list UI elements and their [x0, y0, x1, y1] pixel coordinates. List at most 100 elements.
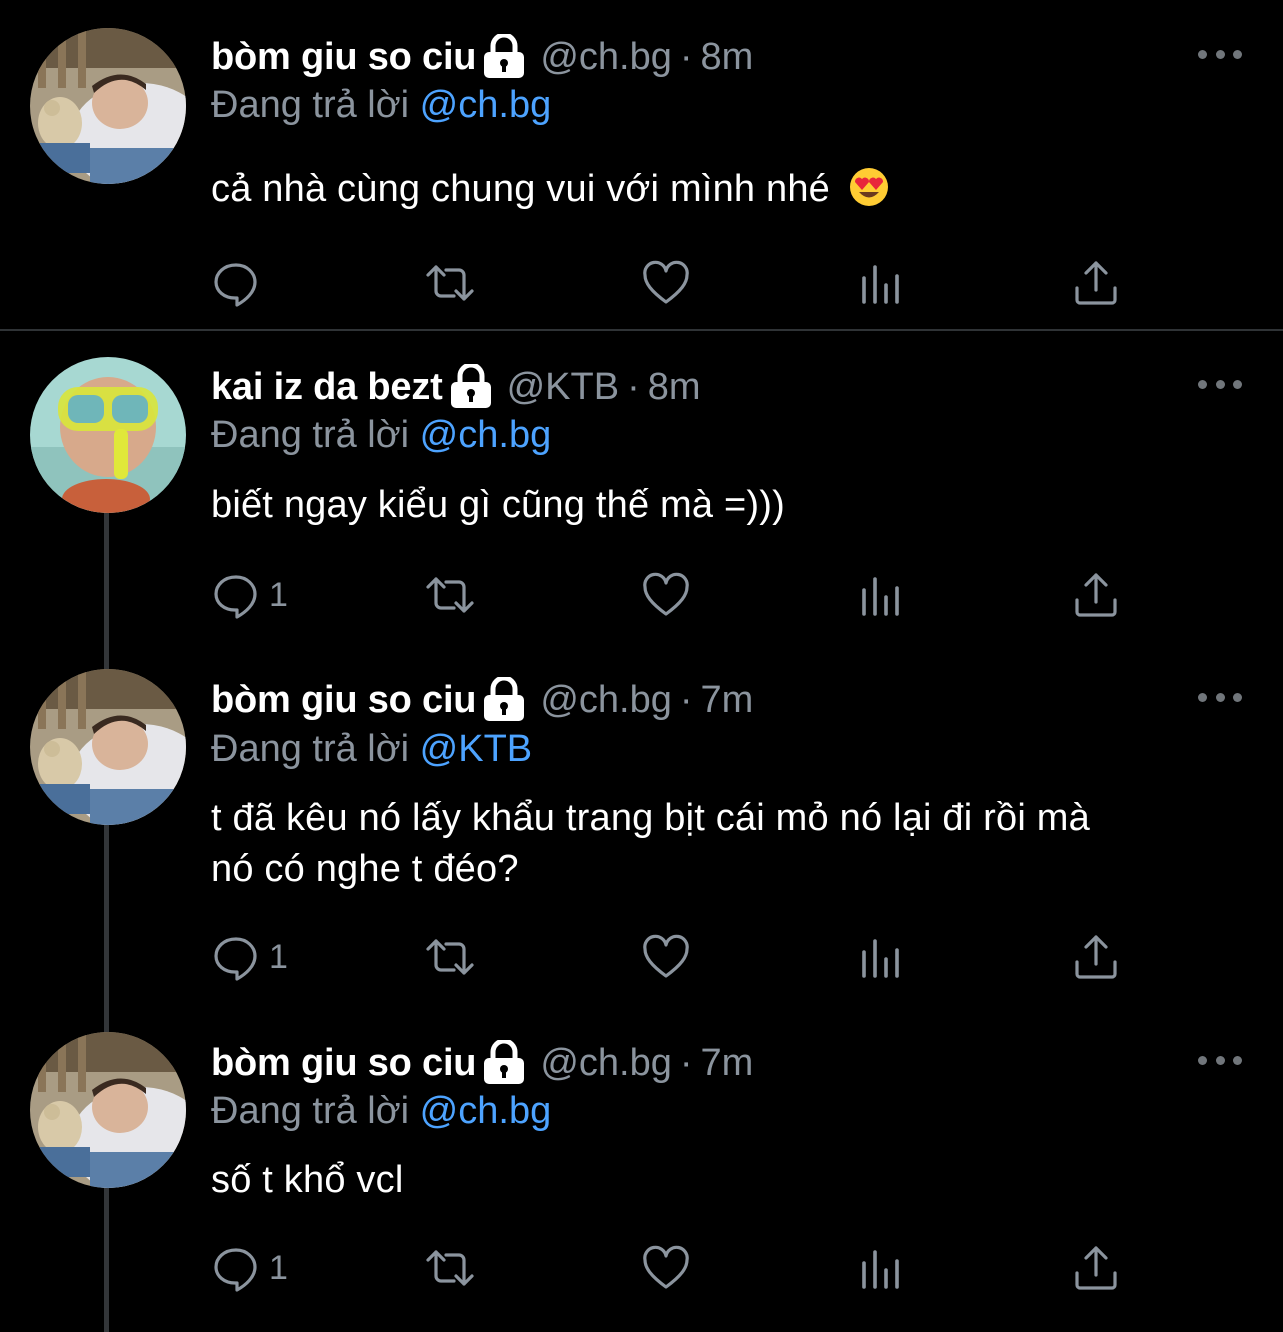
avatar-bom-giu-so-ciu[interactable]	[30, 1032, 186, 1188]
retweet-icon	[426, 939, 474, 975]
tweet-3[interactable]: bòm giu so ciu @ch.bg · 7m Đang trả lời @K…	[0, 664, 1283, 1026]
share-button[interactable]	[1071, 1243, 1121, 1293]
tweet-text: cả nhà cùng chung vui với mình nhé	[211, 164, 1251, 215]
tweet-text-content: số t khổ vcl	[211, 1159, 404, 1201]
display-name[interactable]: kai iz da bezt	[211, 366, 443, 409]
replying-label: Đang trả lời	[211, 728, 410, 770]
tweet-header: bòm giu so ciu @ch.bg · 8m	[211, 32, 753, 82]
tweet-1[interactable]: bòm giu so ciu @ch.bg · 8m Đang trả lời @c…	[0, 0, 1283, 330]
reply-icon	[214, 937, 257, 981]
heart-icon	[643, 1245, 689, 1289]
replying-to: Đang trả lời @KTB	[211, 728, 532, 771]
mention-link[interactable]: @ch.bg	[420, 1090, 552, 1132]
handle[interactable]: @KTB	[507, 366, 619, 408]
lock-icon	[449, 362, 493, 410]
tweet-header: bòm giu so ciu @ch.bg · 7m	[211, 675, 753, 725]
share-icon	[1075, 1246, 1117, 1290]
views-button[interactable]	[856, 1243, 906, 1293]
tweet-actions: 1	[211, 570, 1131, 620]
tweet-actions: 1	[211, 1243, 1131, 1293]
reply-icon	[214, 1248, 257, 1292]
tweet-text-line-1: t đã kêu nó lấy khẩu trang bịt cái mỏ nó…	[211, 797, 1090, 839]
views-button[interactable]	[856, 570, 906, 620]
reply-button[interactable]: 1	[211, 1243, 288, 1293]
like-button[interactable]	[641, 932, 691, 982]
lock-icon	[482, 32, 526, 80]
tweet-text: số t khổ vcl	[211, 1155, 1251, 1206]
reply-count: 1	[269, 937, 288, 976]
replying-label: Đang trả lời	[211, 1090, 410, 1132]
tweet-text: t đã kêu nó lấy khẩu trang bịt cái mỏ nó…	[211, 793, 1251, 895]
handle[interactable]: @ch.bg	[540, 36, 672, 78]
views-button[interactable]	[856, 932, 906, 982]
reply-button[interactable]: 1	[211, 932, 288, 982]
retweet-icon	[426, 265, 474, 301]
mention-link[interactable]: @ch.bg	[420, 414, 552, 456]
retweet-button[interactable]	[425, 258, 475, 308]
tweet-header: bòm giu so ciu @ch.bg · 7m	[211, 1038, 753, 1088]
timestamp[interactable]: 8m	[648, 366, 701, 408]
more-icon[interactable]	[1198, 1052, 1242, 1068]
more-icon[interactable]	[1198, 46, 1242, 62]
tweet-text-content: cả nhà cùng chung vui với mình nhé	[211, 168, 830, 210]
heart-icon	[643, 572, 689, 616]
share-button[interactable]	[1071, 570, 1121, 620]
reply-button[interactable]	[211, 258, 269, 308]
tweet-actions	[211, 258, 1131, 308]
handle-time: @KTB · 8m	[507, 366, 701, 409]
separator: ·	[627, 365, 640, 408]
reply-icon	[214, 263, 257, 307]
heart-icon	[643, 934, 689, 978]
like-button[interactable]	[641, 1243, 691, 1293]
avatar-bom-giu-so-ciu[interactable]	[30, 28, 186, 184]
share-button[interactable]	[1071, 932, 1121, 982]
share-icon	[1075, 573, 1117, 617]
timestamp[interactable]: 7m	[701, 1042, 754, 1084]
replying-label: Đang trả lời	[211, 84, 410, 126]
reply-count: 1	[269, 575, 288, 614]
more-icon[interactable]	[1198, 689, 1242, 705]
reply-count: 1	[269, 1248, 288, 1287]
tweet-4[interactable]: bòm giu so ciu @ch.bg · 7m Đang trả lời @c…	[0, 1027, 1283, 1332]
tweet-text: biết ngay kiểu gì cũng thế mà =)))	[211, 480, 1251, 531]
tweet-text-content: biết ngay kiểu gì cũng thế mà =)))	[211, 484, 785, 526]
timestamp[interactable]: 7m	[701, 679, 754, 721]
handle-time: @ch.bg · 7m	[540, 679, 753, 722]
analytics-icon	[862, 939, 899, 978]
retweet-button[interactable]	[425, 932, 475, 982]
timestamp[interactable]: 8m	[701, 36, 754, 78]
retweet-button[interactable]	[425, 1243, 475, 1293]
replying-label: Đang trả lời	[211, 414, 410, 456]
lock-icon	[482, 675, 526, 723]
handle-time: @ch.bg · 8m	[540, 36, 753, 79]
analytics-icon	[862, 577, 899, 616]
replying-to: Đang trả lời @ch.bg	[211, 1090, 551, 1133]
separator: ·	[679, 35, 693, 78]
replying-to: Đang trả lời @ch.bg	[211, 414, 551, 457]
lock-icon	[482, 1038, 526, 1086]
display-name[interactable]: bòm giu so ciu	[211, 36, 477, 79]
reply-icon	[214, 575, 257, 619]
like-button[interactable]	[641, 258, 691, 308]
mention-link[interactable]: @KTB	[420, 728, 532, 770]
tweet-actions: 1	[211, 932, 1131, 982]
handle[interactable]: @ch.bg	[540, 679, 672, 721]
handle[interactable]: @ch.bg	[540, 1042, 672, 1084]
retweet-button[interactable]	[425, 570, 475, 620]
avatar-bom-giu-so-ciu[interactable]	[30, 669, 186, 825]
views-button[interactable]	[856, 258, 906, 308]
heart-icon	[643, 260, 689, 304]
share-button[interactable]	[1071, 258, 1121, 308]
replying-to: Đang trả lời @ch.bg	[211, 84, 551, 127]
mention-link[interactable]: @ch.bg	[420, 84, 552, 126]
retweet-icon	[426, 1250, 474, 1286]
reply-button[interactable]: 1	[211, 570, 288, 620]
avatar-kai-iz-da-bezt[interactable]	[30, 357, 186, 513]
like-button[interactable]	[641, 570, 691, 620]
display-name[interactable]: bòm giu so ciu	[211, 679, 477, 722]
display-name[interactable]: bòm giu so ciu	[211, 1042, 477, 1085]
retweet-icon	[426, 577, 474, 613]
tweet-2[interactable]: kai iz da bezt @KTB · 8m Đang trả lời @ch.…	[0, 331, 1283, 661]
more-icon[interactable]	[1198, 376, 1242, 392]
share-icon	[1075, 261, 1117, 305]
